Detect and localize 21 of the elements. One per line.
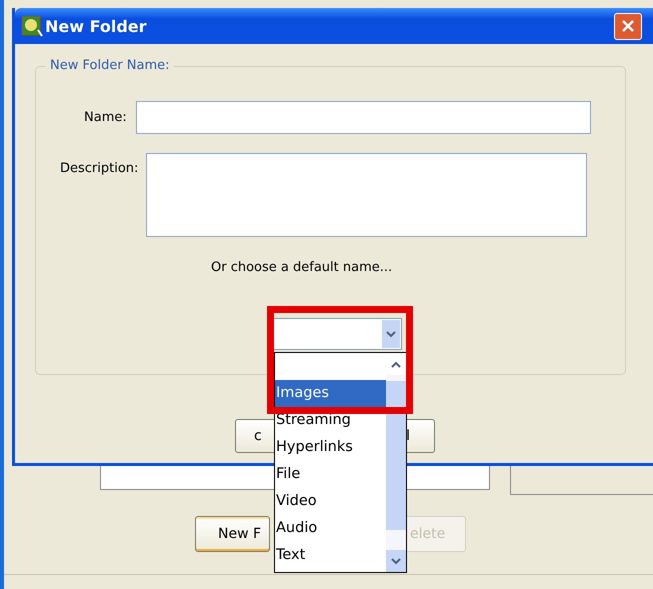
default-name-select[interactable] [272, 318, 402, 350]
scroll-down-icon[interactable] [386, 550, 406, 572]
close-icon [621, 19, 635, 33]
default-name-label: Or choose a default name... [211, 260, 392, 275]
description-label: Description: [60, 161, 138, 176]
scroll-up-icon[interactable] [386, 353, 406, 375]
new-folder-button[interactable]: New F [195, 516, 270, 552]
name-label: Name: [84, 110, 127, 125]
scroll-bar[interactable] [386, 353, 406, 572]
dropdown-option[interactable]: Video [275, 488, 386, 515]
dropdown-option[interactable]: Audio [275, 515, 386, 542]
window-title: New Folder [45, 16, 148, 36]
scroll-thumb[interactable] [386, 381, 406, 530]
description-field[interactable] [146, 153, 588, 237]
app-icon [21, 15, 43, 37]
close-button[interactable] [614, 12, 642, 40]
dropdown-option[interactable]: File [275, 461, 386, 488]
dropdown-option[interactable]: Text [275, 542, 386, 569]
dropdown-option[interactable]: Images [275, 380, 386, 407]
name-field[interactable] [136, 101, 591, 134]
dropdown-option[interactable]: Hyperlinks [275, 434, 386, 461]
